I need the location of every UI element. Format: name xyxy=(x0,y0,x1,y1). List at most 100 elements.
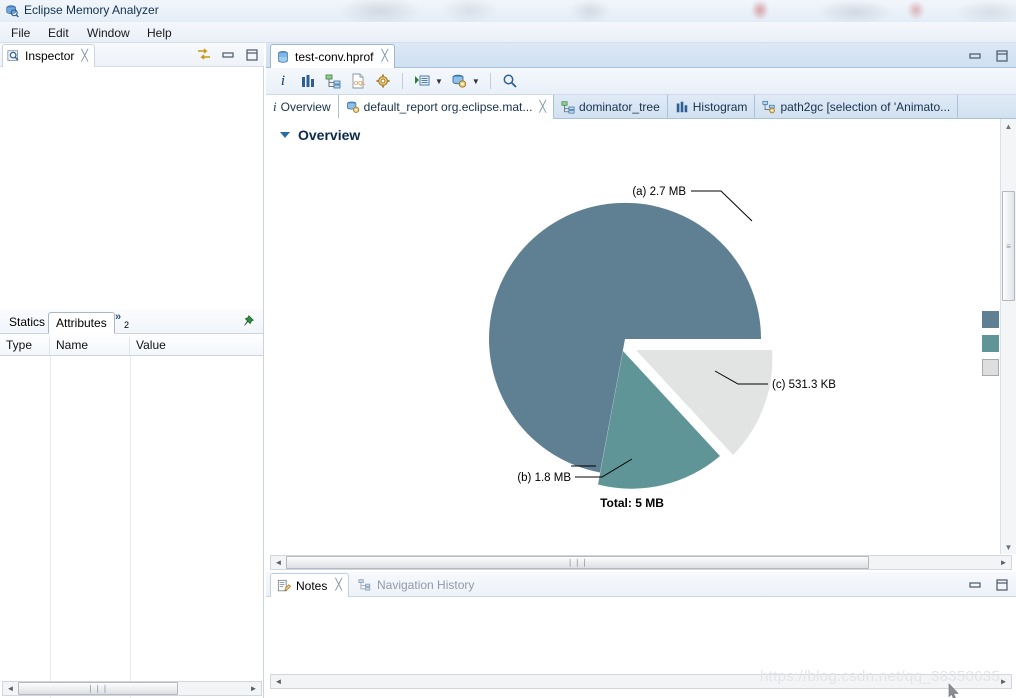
page-tab-overview-label: Overview xyxy=(280,99,331,114)
editor-page-tabs: i Overview default_report org.eclipse.ma… xyxy=(266,95,1016,119)
tab-test-conv-hprof[interactable]: test-conv.hprof ╳ xyxy=(270,44,396,68)
scroll-left-arrow-icon[interactable]: ◄ xyxy=(3,682,18,695)
scroll-up-arrow-icon[interactable]: ▲ xyxy=(1001,119,1016,133)
notes-view-tools xyxy=(967,577,1010,593)
legend-swatch-b[interactable] xyxy=(982,335,999,352)
menu-window[interactable]: Window xyxy=(80,25,137,41)
scroll-left-arrow-icon[interactable]: ◄ xyxy=(271,675,286,688)
pie-total-label: Total: 5 MB xyxy=(600,496,664,510)
editor-horizontal-scrollbar[interactable]: ◄ ❘❘❘ ► xyxy=(270,555,1012,570)
attributes-table-body xyxy=(0,356,264,698)
toolbar-separator xyxy=(489,73,491,89)
scroll-thumb[interactable]: ❘❘❘ xyxy=(18,682,178,695)
page-tab-dominator-tree-label: dominator_tree xyxy=(579,100,660,114)
notes-horizontal-scrollbar[interactable]: ◄ ► xyxy=(270,674,1012,689)
path2gc-icon xyxy=(762,100,776,114)
editor-vertical-scrollbar[interactable]: ▲ ≡ ▼ xyxy=(1000,119,1016,554)
info-icon[interactable]: i xyxy=(274,72,292,90)
attributes-table-header: Type Name Value xyxy=(0,334,264,356)
settings-gear-icon[interactable] xyxy=(374,72,392,90)
column-header-name[interactable]: Name xyxy=(50,337,130,355)
inspector-magnifier-icon xyxy=(7,50,19,61)
search-icon[interactable] xyxy=(501,72,519,90)
heap-dump-icon xyxy=(278,50,288,63)
vertical-scroll-thumb[interactable]: ≡ xyxy=(1002,191,1015,301)
page-tab-dominator-tree[interactable]: dominator_tree xyxy=(554,95,668,119)
run-expert-system-icon[interactable] xyxy=(413,72,431,90)
notes-icon xyxy=(277,579,291,591)
page-tab-histogram[interactable]: Histogram xyxy=(668,95,756,119)
scroll-right-arrow-icon[interactable]: ► xyxy=(996,675,1011,688)
page-title: Overview xyxy=(298,127,361,143)
page-tab-close-icon[interactable]: ╳ xyxy=(539,101,546,113)
page-tab-histogram-label: Histogram xyxy=(692,100,748,114)
dominator-tree-icon[interactable] xyxy=(324,72,342,90)
link-with-editor-icon[interactable] xyxy=(196,47,212,63)
menu-file[interactable]: File xyxy=(4,25,37,41)
scroll-down-arrow-icon[interactable]: ▼ xyxy=(1001,540,1016,554)
page-tab-path2gc[interactable]: path2gc [selection of 'Animato... xyxy=(755,95,959,119)
notes-tab-bar: Notes ╳ Navigation History xyxy=(266,572,1016,597)
editor-window-tools xyxy=(967,48,1010,64)
toolbar-separator xyxy=(402,73,403,89)
editor-tab-close-icon[interactable]: ╳ xyxy=(381,51,388,62)
inspector-horizontal-scrollbar[interactable]: ◄ ❘❘❘ ► xyxy=(2,681,262,696)
chevron-down-icon[interactable]: ▼ xyxy=(435,77,443,86)
minimize-icon[interactable] xyxy=(220,47,236,63)
menu-edit[interactable]: Edit xyxy=(41,25,76,41)
scroll-right-arrow-icon[interactable]: ► xyxy=(996,556,1011,569)
notes-close-icon[interactable]: ╳ xyxy=(335,580,342,591)
column-header-value[interactable]: Value xyxy=(130,337,263,355)
menu-help[interactable]: Help xyxy=(140,25,179,41)
editor-tab-bar: test-conv.hprof ╳ xyxy=(266,43,1016,68)
column-divider xyxy=(50,356,51,698)
horizontal-scroll-thumb[interactable]: ❘❘❘ xyxy=(286,556,869,569)
legend-swatch-a[interactable] xyxy=(982,311,999,328)
notes-text-area[interactable] xyxy=(266,597,1016,673)
inspector-tab-bar: Inspector ╳ xyxy=(0,43,264,67)
minimize-icon[interactable] xyxy=(967,577,983,593)
window-title: Eclipse Memory Analyzer xyxy=(24,3,159,17)
inspector-close-icon[interactable]: ╳ xyxy=(81,50,88,62)
chevron-down-icon[interactable]: ▼ xyxy=(472,77,480,86)
window-title-bar: Eclipse Memory Analyzer xyxy=(0,0,1016,22)
mouse-cursor-icon xyxy=(948,683,959,698)
overview-page-content: Overview (a) 2.7 MB (b) 1.8 MB (c) 531.3… xyxy=(266,119,1016,554)
oql-icon[interactable]: OQL xyxy=(349,72,367,90)
histogram-icon[interactable] xyxy=(299,72,317,90)
pie-label-c: (c) 531.3 KB xyxy=(772,379,836,391)
subtab-statics[interactable]: Statics xyxy=(2,312,52,334)
column-header-type[interactable]: Type xyxy=(0,337,50,355)
scroll-right-arrow-icon[interactable]: ► xyxy=(246,682,261,695)
maximize-icon[interactable] xyxy=(994,48,1010,64)
query-browser-icon[interactable] xyxy=(450,72,468,90)
chevron-down-icon[interactable] xyxy=(280,132,290,138)
page-tab-overview[interactable]: i Overview xyxy=(266,95,339,119)
chart-legend xyxy=(982,311,999,376)
legend-swatch-c[interactable] xyxy=(982,359,999,376)
minimize-icon[interactable] xyxy=(967,48,983,64)
inspector-tab-label: Inspector xyxy=(25,49,75,63)
dominator-tree-icon xyxy=(561,101,575,114)
overview-section-header[interactable]: Overview xyxy=(280,127,360,143)
pin-icon[interactable] xyxy=(241,314,255,328)
tab-navigation-history[interactable]: Navigation History xyxy=(352,573,480,597)
subtab-overflow-chevron-icon[interactable]: » xyxy=(115,311,121,323)
editor-toolbar: i OQL ▼ ▼ xyxy=(266,68,1016,95)
scroll-left-arrow-icon[interactable]: ◄ xyxy=(271,556,286,569)
column-divider xyxy=(130,356,131,698)
maximize-icon[interactable] xyxy=(244,47,260,63)
report-icon xyxy=(346,101,359,113)
notes-view: Notes ╳ Navigation History ◄ ► xyxy=(266,572,1016,698)
tab-inspector[interactable]: Inspector ╳ xyxy=(2,44,95,67)
menu-bar: File Edit Window Help xyxy=(0,22,1016,43)
heap-overview-pie-chart: (a) 2.7 MB (b) 1.8 MB (c) 531.3 KB Total… xyxy=(266,159,1001,554)
tab-notes[interactable]: Notes ╳ xyxy=(270,573,349,597)
maximize-icon[interactable] xyxy=(994,577,1010,593)
inspector-view-toolbar xyxy=(196,47,260,63)
subtab-attributes[interactable]: Attributes xyxy=(48,312,115,334)
page-tab-default-report[interactable]: default_report org.eclipse.mat... ╳ xyxy=(338,95,555,119)
info-icon: i xyxy=(273,98,277,114)
page-tab-default-report-label: default_report org.eclipse.mat... xyxy=(363,100,533,114)
subtab-overflow-count: 2 xyxy=(124,320,130,330)
